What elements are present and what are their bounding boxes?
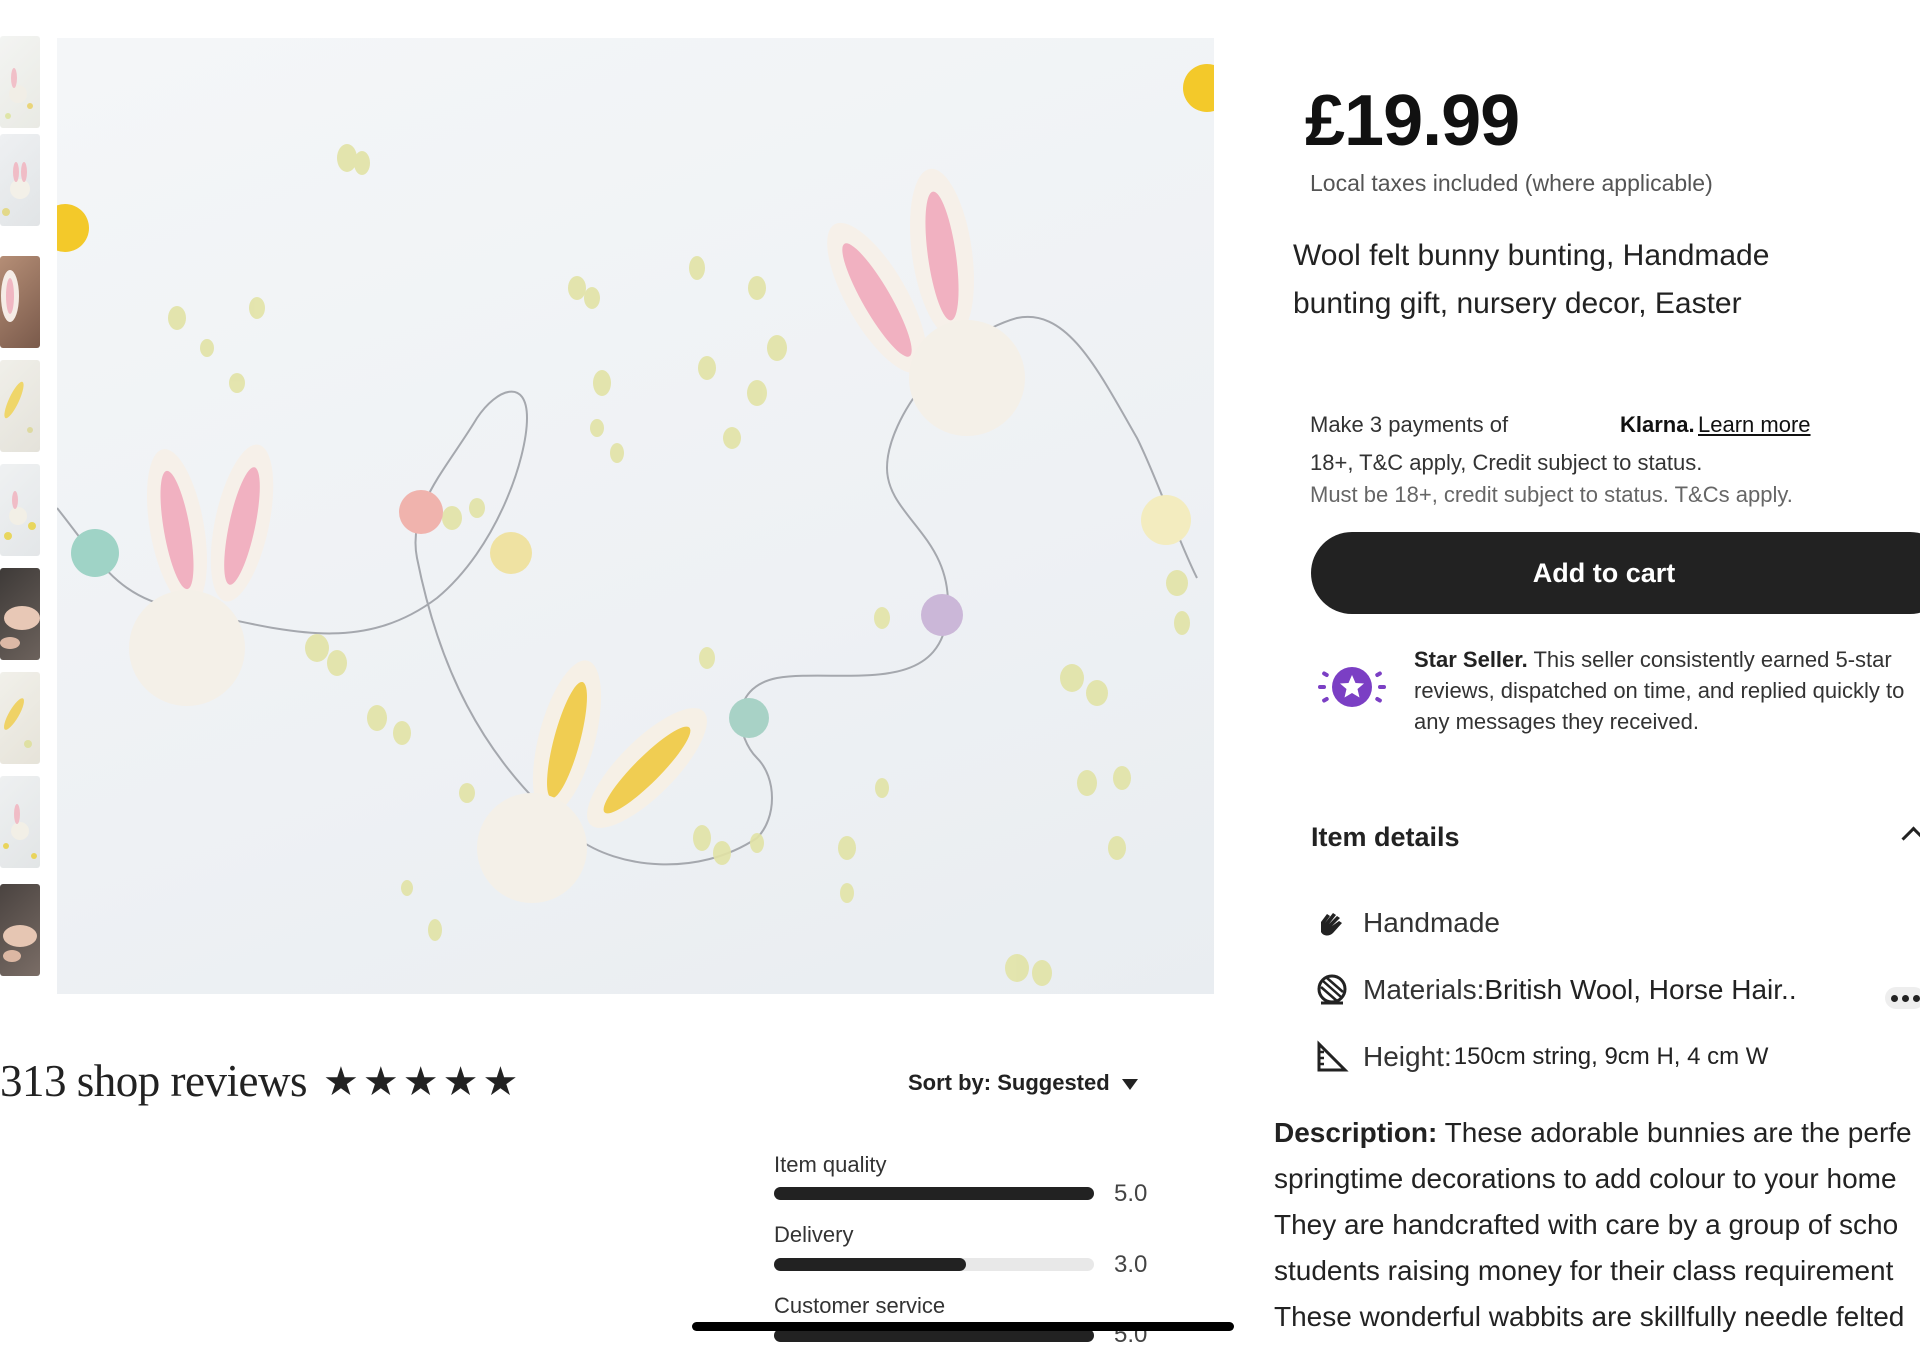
- rating-value: 3.0: [1114, 1251, 1148, 1278]
- thumbnail[interactable]: [0, 776, 40, 868]
- sort-label: Sort by: Suggested: [908, 1070, 1110, 1095]
- description-line: These wonderful wabbits are skillfully n…: [1274, 1301, 1905, 1332]
- materials-label: Materials:: [1363, 974, 1485, 1005]
- description-line: They are handcrafted with care by a grou…: [1274, 1209, 1899, 1240]
- add-to-cart-button[interactable]: Add to cart: [1311, 532, 1920, 614]
- rating-bar: [774, 1258, 1094, 1271]
- klarna-payments-text: Make 3 payments of: [1310, 412, 1509, 437]
- bunny-bunting-illustration: [57, 64, 1214, 986]
- thumbnail[interactable]: [0, 884, 40, 976]
- caret-down-icon: [1121, 1078, 1138, 1090]
- more-options-button[interactable]: [1885, 987, 1920, 1009]
- home-indicator[interactable]: [692, 1322, 1234, 1331]
- description-line: springtime decorations to add colour to …: [1274, 1163, 1897, 1194]
- description-label: Description:: [1274, 1117, 1438, 1148]
- rating-value: 5.0: [1114, 1180, 1148, 1207]
- description: Description: These adorable bunnies are …: [1274, 1110, 1920, 1340]
- rating-bar-fill: [774, 1258, 966, 1271]
- tax-note: Local taxes included (where applicable): [1310, 170, 1713, 196]
- sort-dropdown[interactable]: Sort by: Suggested: [908, 1070, 1138, 1096]
- star-rating: ★ ★ ★ ★ ★: [323, 1062, 518, 1102]
- thumbnail[interactable]: [0, 36, 40, 128]
- detail-height: Height: 150cm string, 9cm H, 4 cm W: [1315, 1040, 1768, 1074]
- detail-materials: Materials: British Wool, Horse Hair..: [1315, 973, 1797, 1007]
- ruler-triangle-icon: [1317, 1040, 1349, 1072]
- klarna-logo: Klarna.: [1620, 412, 1695, 437]
- description-line: Description: These adorable bunnies are …: [1274, 1110, 1920, 1156]
- detail-handmade: Handmade: [1315, 906, 1500, 940]
- handmade-label: Handmade: [1363, 907, 1500, 938]
- rating-item-quality: Item quality 5.0: [774, 1152, 1147, 1207]
- star-icon: ★: [402, 1060, 439, 1104]
- item-details-heading[interactable]: Item details: [1311, 822, 1460, 853]
- star-seller-description: Star Seller. This seller consistently ea…: [1414, 644, 1914, 737]
- star-seller-heading: Star Seller.: [1414, 647, 1528, 672]
- rating-label: Item quality: [774, 1152, 887, 1177]
- thumbnail[interactable]: [0, 360, 40, 452]
- listing-title: Wool felt bunny bunting, Handmade buntin…: [1293, 239, 1770, 320]
- star-icon: ★: [323, 1060, 359, 1104]
- price: £19.99: [1305, 81, 1520, 161]
- chevron-up-icon[interactable]: [1901, 826, 1920, 851]
- rating-label: Customer service: [774, 1293, 946, 1318]
- height-value: 150cm string, 9cm H, 4 cm W: [1453, 1043, 1769, 1070]
- thumbnail[interactable]: [0, 672, 40, 764]
- dot: [1890, 994, 1898, 1002]
- dot: [1901, 994, 1909, 1002]
- thumbnail[interactable]: [0, 256, 40, 348]
- shop-reviews-title: 313 shop reviews: [0, 1056, 307, 1106]
- rating-label: Delivery: [774, 1222, 854, 1247]
- hand-icon: [1321, 913, 1342, 936]
- credit-terms-line: Must be 18+, credit subject to status. T…: [1310, 482, 1793, 507]
- thumbnail[interactable]: [0, 464, 40, 556]
- dot: [1912, 994, 1920, 1002]
- credit-terms-line: 18+, T&C apply, Credit subject to status…: [1310, 450, 1703, 475]
- learn-more-link[interactable]: Learn more: [1698, 412, 1811, 438]
- star-icon: ★: [482, 1060, 519, 1104]
- rating-delivery: Delivery 3.0: [774, 1222, 1147, 1278]
- height-label: Height:: [1363, 1041, 1452, 1072]
- main-product-photo[interactable]: [57, 38, 1214, 994]
- description-text: These adorable bunnies are the perfe: [1444, 1117, 1912, 1148]
- yarn-ball-icon: [1317, 974, 1347, 1005]
- materials-value: British Wool, Horse Hair..: [1484, 974, 1797, 1005]
- rating-customer-service: Customer service 5.0: [774, 1293, 1147, 1348]
- star-icon: ★: [362, 1060, 399, 1104]
- rating-bar-fill: [774, 1187, 1094, 1200]
- description-line: students raising money for their class r…: [1274, 1255, 1894, 1286]
- rating-bar: [774, 1187, 1094, 1200]
- star-seller-badge-icon: [1318, 667, 1386, 707]
- thumbnail[interactable]: [0, 568, 40, 660]
- thumbnail[interactable]: [0, 134, 40, 226]
- star-icon: ★: [442, 1060, 479, 1104]
